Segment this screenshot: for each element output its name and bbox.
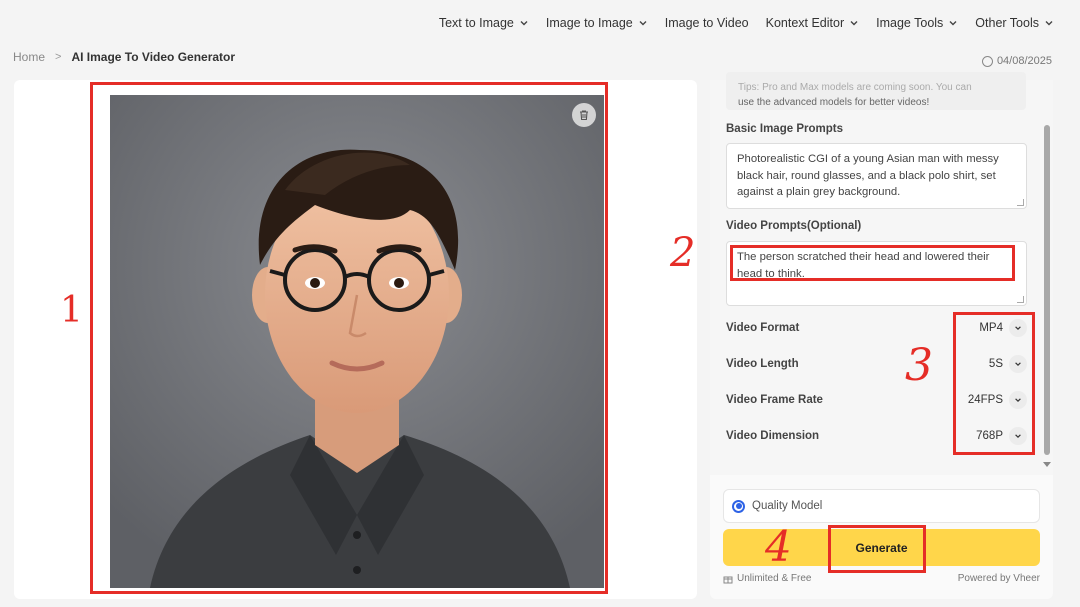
breadcrumb-separator: >: [55, 51, 62, 63]
trash-icon: [580, 110, 588, 121]
chevron-down-icon: [850, 21, 858, 26]
delete-image-button[interactable]: [572, 103, 596, 127]
basic-prompt-text: Photorealistic CGI of a young Asian man …: [737, 153, 999, 198]
tips-box: Tips: Pro and Max models are coming soon…: [726, 72, 1026, 110]
breadcrumb: Home > AI Image To Video Generator: [13, 50, 235, 64]
radio-selected-icon: [732, 499, 745, 513]
tips-line-2: use the advanced models for better video…: [738, 97, 930, 108]
image-preview-panel: 1: [14, 80, 697, 599]
annotation-box-video-prompt: [730, 245, 1015, 281]
basic-prompt-label: Basic Image Prompts: [726, 123, 843, 135]
annotation-text: 4: [765, 522, 792, 571]
tips-line-1: Tips: Pro and Max models are coming soon…: [738, 82, 972, 93]
portrait-illustration: [110, 95, 604, 588]
nav-label: Kontext Editor: [765, 16, 845, 30]
footer-left: Unlimited & Free: [723, 573, 811, 584]
nav-label: Text to Image: [438, 16, 514, 30]
quality-model-label: Quality Model: [752, 500, 823, 512]
breadcrumb-home[interactable]: Home: [13, 50, 45, 64]
clock-icon: [981, 55, 993, 67]
quality-model-option[interactable]: Quality Model: [723, 489, 1040, 523]
scrollbar[interactable]: [1041, 80, 1053, 475]
annotation-text: 3: [905, 340, 933, 391]
video-prompt-input[interactable]: The person scratched their head and lowe…: [726, 241, 1027, 306]
settings-scroll-area: Tips: Pro and Max models are coming soon…: [710, 72, 1053, 475]
annotation-text: 2: [670, 230, 696, 276]
setting-label: Video Format: [726, 322, 800, 334]
nav-other-tools[interactable]: Other Tools: [975, 16, 1054, 30]
panel-footer: Unlimited & Free Powered by Vheer: [723, 573, 1040, 584]
nav-image-to-video[interactable]: Image to Video: [665, 16, 749, 30]
gift-icon: [723, 576, 733, 583]
resize-handle[interactable]: [1017, 199, 1024, 206]
setting-label: Video Dimension: [726, 430, 820, 442]
annotation-box-image: [90, 82, 608, 594]
date-stamp: 04/08/2025: [981, 55, 1052, 67]
chevron-down-icon: [1045, 21, 1053, 26]
chevron-down-icon: [520, 21, 528, 26]
settings-panel: Tips: Pro and Max models are coming soon…: [710, 72, 1053, 599]
annotation-label-4: 4: [765, 522, 792, 571]
nav-label: Image to Video: [664, 16, 749, 30]
footer-right-text: Powered by Vheer: [957, 573, 1040, 584]
nav-label: Image to Image: [545, 16, 633, 30]
chevron-down-icon: [639, 21, 647, 26]
nav-image-tools[interactable]: Image Tools: [876, 16, 958, 30]
setting-label: Video Frame Rate: [726, 394, 823, 406]
nav-label: Image Tools: [876, 16, 944, 30]
annotation-label-2: 2: [670, 230, 695, 276]
scroll-thumb[interactable]: [1044, 125, 1050, 455]
nav-image-to-image[interactable]: Image to Image: [546, 16, 648, 30]
video-prompt-label: Video Prompts(Optional): [726, 220, 862, 232]
footer-left-text: Unlimited & Free: [737, 573, 812, 584]
scroll-down-icon[interactable]: [1043, 462, 1051, 467]
nav-text-to-image[interactable]: Text to Image: [439, 16, 529, 30]
resize-handle[interactable]: [1017, 296, 1024, 303]
breadcrumb-current: AI Image To Video Generator: [71, 50, 236, 64]
annotation-label-1: 1: [60, 290, 83, 331]
nav-kontext-editor[interactable]: Kontext Editor: [766, 16, 860, 30]
basic-prompt-input[interactable]: Photorealistic CGI of a young Asian man …: [726, 143, 1027, 209]
annotation-box-settings: [953, 312, 1035, 455]
annotation-label-3: 3: [905, 340, 933, 391]
nav-label: Other Tools: [975, 16, 1039, 30]
setting-label: Video Length: [726, 358, 799, 370]
annotation-box-generate: [828, 525, 926, 573]
top-nav: Text to Image Image to Image Image to Vi…: [422, 0, 1080, 46]
uploaded-image: [110, 95, 604, 588]
chevron-down-icon: [949, 21, 957, 26]
annotation-text: 1: [60, 290, 83, 331]
date-text: 04/08/2025: [996, 55, 1052, 67]
